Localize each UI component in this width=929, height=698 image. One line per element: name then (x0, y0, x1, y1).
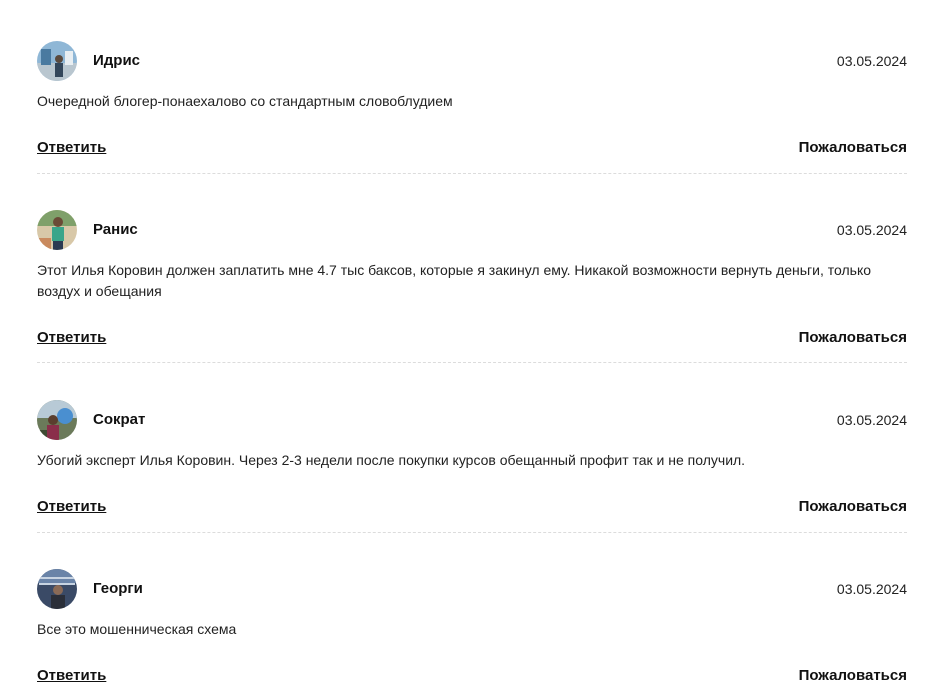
avatar (37, 400, 77, 440)
avatar (37, 41, 77, 81)
comment-text: Очередной блогер-понаехалово со стандарт… (37, 93, 453, 109)
comment-divider (37, 173, 907, 174)
comment-header: Ранис 03.05.2024 (37, 210, 907, 250)
comment-divider (37, 532, 907, 533)
comment-header: Идрис 03.05.2024 (37, 41, 907, 81)
comment-date: 03.05.2024 (836, 581, 907, 597)
comment-date: 03.05.2024 (836, 53, 907, 69)
comment-actions: Ответить Пожаловаться (37, 497, 907, 517)
avatar (37, 210, 77, 250)
comment-actions: Ответить Пожаловаться (37, 328, 907, 348)
comment-date: 03.05.2024 (836, 222, 907, 238)
comment-item: Георги 03.05.2024 Все это мошенническая … (37, 569, 907, 684)
comments-list: Идрис 03.05.2024 Очередной блогер-понаех… (0, 0, 929, 698)
comment-actions: Ответить Пожаловаться (37, 138, 907, 158)
reply-link[interactable]: Ответить (37, 497, 106, 517)
comment-date: 03.05.2024 (836, 412, 907, 428)
comment-item: Ранис 03.05.2024 Этот Илья Коровин долже… (37, 210, 907, 363)
comment-author: Сократ (93, 411, 146, 428)
comment-item: Идрис 03.05.2024 Очередной блогер-понаех… (37, 41, 907, 174)
comment-author: Ранис (93, 221, 138, 238)
comment-author: Идрис (93, 52, 141, 69)
avatar (37, 569, 77, 609)
report-link[interactable]: Пожаловаться (799, 497, 907, 517)
reply-link[interactable]: Ответить (37, 328, 106, 348)
comment-item: Сократ 03.05.2024 Убогий эксперт Илья Ко… (37, 400, 907, 533)
comment-author: Георги (93, 580, 143, 597)
comment-text: Убогий эксперт Илья Коровин. Через 2-3 н… (37, 452, 746, 468)
comment-text: Все это мошенническая схема (37, 621, 237, 637)
comment-text: Этот Илья Коровин должен заплатить мне 4… (37, 262, 872, 299)
comment-actions: Ответить Пожаловаться (37, 666, 907, 686)
report-link[interactable]: Пожаловаться (799, 328, 907, 348)
reply-link[interactable]: Ответить (37, 138, 106, 158)
report-link[interactable]: Пожаловаться (799, 666, 907, 686)
comment-divider (37, 362, 907, 363)
report-link[interactable]: Пожаловаться (799, 138, 907, 158)
reply-link[interactable]: Ответить (37, 666, 106, 686)
comment-header: Георги 03.05.2024 (37, 569, 907, 609)
comment-header: Сократ 03.05.2024 (37, 400, 907, 440)
